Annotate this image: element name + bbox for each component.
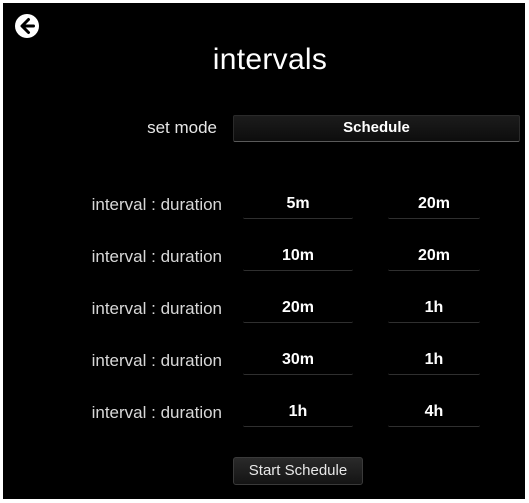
interval-row: interval : duration 30m 1h (3, 343, 525, 383)
interval-row: interval : duration 10m 20m (3, 239, 525, 279)
interval-input[interactable]: 10m (243, 239, 353, 271)
interval-duration-label: interval : duration (91, 195, 222, 214)
intervals-screen: intervals set mode Schedule interval : d… (3, 3, 525, 499)
page-title: intervals (212, 43, 328, 76)
interval-duration-label: interval : duration (91, 247, 222, 266)
duration-input[interactable]: 1h (388, 291, 480, 323)
interval-row: interval : duration 5m 20m (3, 187, 525, 227)
start-schedule-button[interactable]: Start Schedule (233, 457, 363, 485)
interval-duration-label: interval : duration (91, 403, 222, 422)
set-mode-label: set mode (147, 118, 217, 137)
interval-input[interactable]: 5m (243, 187, 353, 219)
mode-select-button[interactable]: Schedule (233, 115, 520, 142)
interval-row: interval : duration 20m 1h (3, 291, 525, 331)
interval-duration-label: interval : duration (91, 351, 222, 370)
back-arrow-icon (15, 14, 39, 38)
interval-input[interactable]: 30m (243, 343, 353, 375)
interval-input[interactable]: 20m (243, 291, 353, 323)
interval-duration-label: interval : duration (91, 299, 222, 318)
duration-input[interactable]: 4h (388, 395, 480, 427)
duration-input[interactable]: 1h (388, 343, 480, 375)
interval-row: interval : duration 1h 4h (3, 395, 525, 435)
duration-input[interactable]: 20m (388, 239, 480, 271)
back-button[interactable] (14, 13, 40, 39)
interval-input[interactable]: 1h (243, 395, 353, 427)
duration-input[interactable]: 20m (388, 187, 480, 219)
